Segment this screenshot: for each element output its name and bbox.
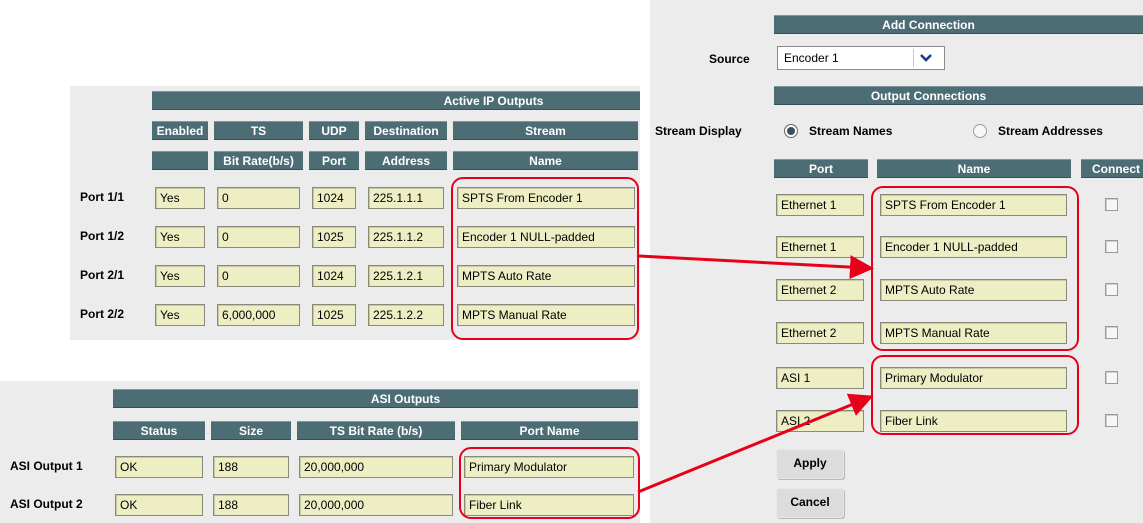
- arrow-icon: [637, 254, 874, 494]
